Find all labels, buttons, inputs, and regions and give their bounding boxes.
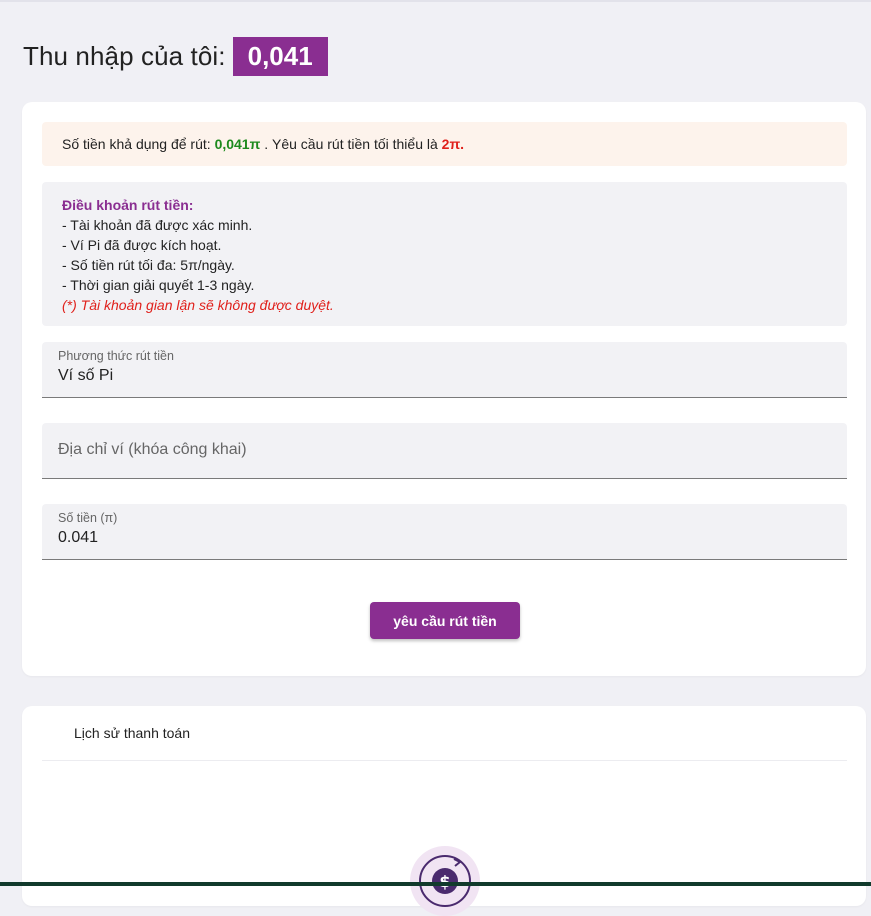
terms-line: - Thời gian giải quyết 1-3 ngày. [62,277,255,293]
available-balance-notice: Số tiền khả dụng để rút: 0,041π . Yêu cầ… [42,122,847,166]
withdraw-method-select[interactable]: Phương thức rút tiền Ví số Pi [42,342,847,398]
history-divider [42,760,847,761]
page-header: Thu nhập của tôi: 0,041 [23,37,328,76]
withdraw-terms: Điều khoản rút tiền: - Tài khoản đã được… [42,182,847,326]
page-title: Thu nhập của tôi: [23,41,226,71]
top-divider [0,0,871,2]
notice-prefix: Số tiền khả dụng để rút: [62,136,215,152]
payment-history-card: Lịch sử thanh toán $ [22,706,866,916]
withdraw-method-label: Phương thức rút tiền [58,349,174,363]
withdraw-method-value: Ví số Pi [58,367,114,384]
notice-middle: . Yêu cầu rút tiền tối thiểu là [260,136,442,152]
earnings-amount-badge: 0,041 [232,37,328,76]
terms-title: Điều khoản rút tiền: [62,197,194,213]
amount-input[interactable]: Số tiền (π) 0.041 [42,504,847,560]
fraud-warning: (*) Tài khoản gian lận sẽ không được duy… [62,297,334,313]
amount-value: 0.041 [58,529,99,546]
amount-label: Số tiền (π) [58,511,118,525]
available-amount: 0,041π [214,136,261,152]
withdraw-request-button[interactable]: yêu cầu rút tiền [370,602,520,639]
terms-line: - Tài khoản đã được xác minh. [62,217,253,233]
terms-line: - Số tiền rút tối đa: 5π/ngày. [62,257,235,273]
wallet-address-placeholder: Địa chỉ ví (khóa công khai) [58,441,247,458]
wallet-address-input[interactable]: Địa chỉ ví (khóa công khai) [42,423,847,479]
withdraw-card: Số tiền khả dụng để rút: 0,041π . Yêu cầ… [22,102,866,676]
money-refresh-icon: $ [410,846,480,916]
payment-history-title: Lịch sử thanh toán [74,725,191,741]
minimum-amount: 2π. [441,136,465,152]
terms-line: - Ví Pi đã được kích hoạt. [62,237,222,253]
bottom-bar [0,882,871,886]
